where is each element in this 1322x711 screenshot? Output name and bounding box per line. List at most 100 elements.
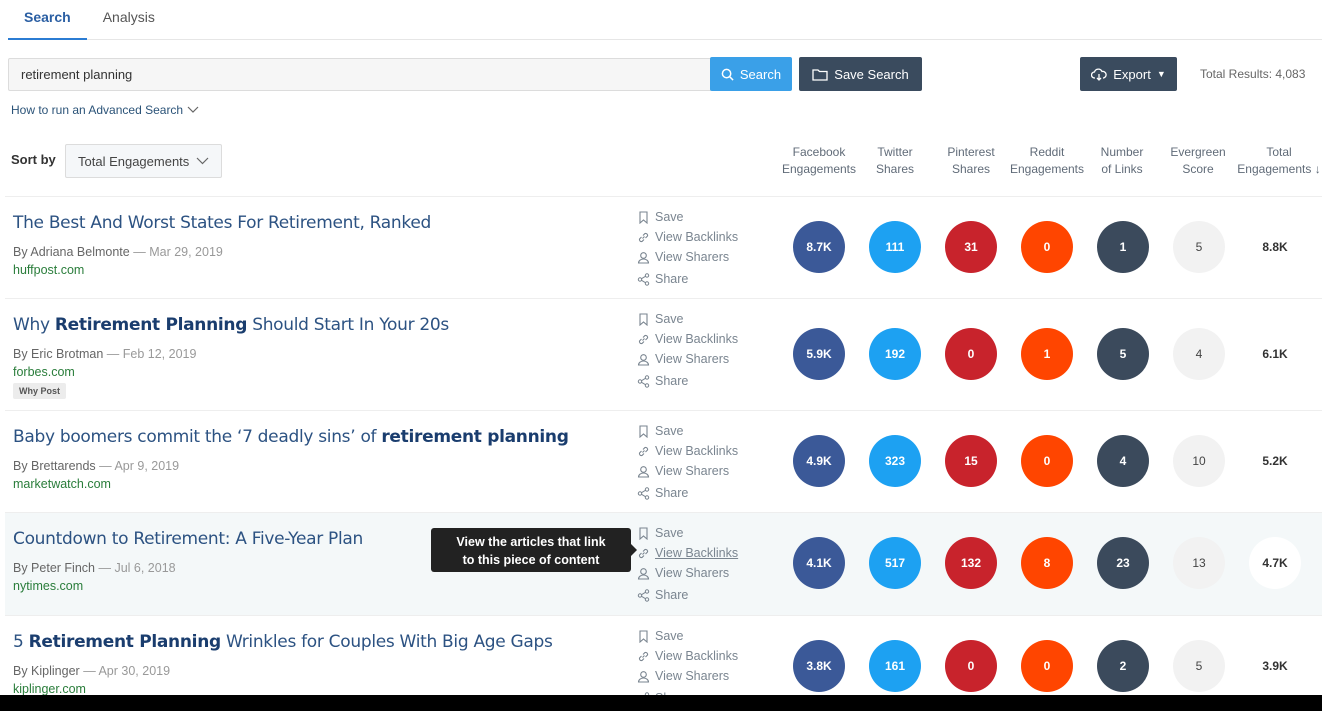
backlinks-tooltip: View the articles that link to this piec… <box>431 528 637 572</box>
metric-evergreen-score: 5 <box>1173 221 1225 273</box>
save-action-label: Save <box>655 312 684 326</box>
save-search-button[interactable]: Save Search <box>799 57 922 91</box>
tab-search[interactable]: Search <box>8 0 87 40</box>
view-sharers-action[interactable]: View Sharers <box>637 666 738 686</box>
result-domain-link[interactable]: marketwatch.com <box>13 477 111 491</box>
share-action[interactable]: Share <box>637 483 738 503</box>
save-action-label: Save <box>655 629 684 643</box>
column-header-reddit: Reddit Engagements <box>1008 144 1086 178</box>
caret-down-icon: ▼ <box>1156 69 1166 79</box>
view-sharers-action[interactable]: View Sharers <box>637 461 738 481</box>
result-domain-link[interactable]: nytimes.com <box>13 579 83 593</box>
result-domain-link[interactable]: huffpost.com <box>13 263 84 277</box>
result-byline: By Eric Brotman — Feb 12, 2019 <box>13 347 196 361</box>
result-title-link[interactable]: Baby boomers commit the ‘7 deadly sins’ … <box>13 427 569 447</box>
user-icon <box>637 465 650 478</box>
share-action-label: Share <box>655 588 689 602</box>
result-row: 5 Retirement Planning Wrinkles for Coupl… <box>5 615 1322 705</box>
view-sharers-action[interactable]: View Sharers <box>637 563 738 583</box>
share-action[interactable]: Share <box>637 269 738 289</box>
post-type-tag[interactable]: Why Post <box>13 383 67 399</box>
sort-dropdown[interactable]: Total Engagements <box>65 144 222 178</box>
title-post: Wrinkles for Couples With Big Age Gaps <box>220 632 553 652</box>
save-action[interactable]: Save <box>637 309 738 329</box>
metric-reddit-engagements: 0 <box>1021 221 1073 273</box>
sort-arrow-icon: ↓ <box>1314 162 1321 176</box>
column-header-total[interactable]: Total Engagements ↓ <box>1236 144 1322 178</box>
save-action[interactable]: Save <box>637 421 738 441</box>
metric-number-of-links: 23 <box>1097 537 1149 589</box>
export-label: Export <box>1113 66 1151 82</box>
save-action[interactable]: Save <box>637 523 738 543</box>
share-icon <box>637 588 650 602</box>
metric-number-of-links: 1 <box>1097 221 1149 273</box>
metric-evergreen-score: 13 <box>1173 537 1225 589</box>
view-backlinks-action[interactable]: View Backlinks <box>637 646 738 666</box>
result-actions: Save View Backlinks View Sharers Share <box>637 523 738 605</box>
share-icon <box>637 374 650 388</box>
metric-twitter-shares: 517 <box>869 537 921 589</box>
title-pre: Why <box>13 315 55 335</box>
result-row: Baby boomers commit the ‘7 deadly sins’ … <box>5 410 1322 512</box>
search-button-label: Search <box>739 66 782 82</box>
chevron-down-icon <box>187 106 199 113</box>
search-button[interactable]: Search <box>710 57 792 91</box>
user-icon <box>637 670 650 683</box>
column-header-evergreen: Evergreen Score <box>1159 144 1237 178</box>
tab-analysis[interactable]: Analysis <box>87 0 171 40</box>
bookmark-icon <box>639 526 648 540</box>
result-actions: Save View Backlinks View Sharers Share <box>637 421 738 503</box>
author: By Adriana Belmonte <box>13 245 130 259</box>
tooltip-line2: to this piece of content <box>462 553 600 567</box>
save-action[interactable]: Save <box>637 626 738 646</box>
export-button[interactable]: Export ▼ <box>1080 57 1177 91</box>
author: By Peter Finch <box>13 561 95 575</box>
share-action[interactable]: Share <box>637 371 738 391</box>
result-title-link[interactable]: 5 Retirement Planning Wrinkles for Coupl… <box>13 632 553 652</box>
metric-twitter-shares: 323 <box>869 435 921 487</box>
result-byline: By Peter Finch — Jul 6, 2018 <box>13 561 176 575</box>
view-sharers-action[interactable]: View Sharers <box>637 247 738 267</box>
save-search-label: Save Search <box>834 66 909 82</box>
save-action[interactable]: Save <box>637 207 738 227</box>
metric-twitter-shares: 192 <box>869 328 921 380</box>
col-line2: Engagements <box>1009 162 1085 176</box>
cloud-download-icon <box>1091 67 1107 81</box>
save-action-label: Save <box>655 526 684 540</box>
metric-evergreen-score: 5 <box>1173 640 1225 692</box>
result-domain-link[interactable]: kiplinger.com <box>13 682 86 696</box>
search-input[interactable] <box>8 58 711 91</box>
metric-pinterest-shares: 132 <box>945 537 997 589</box>
result-title-link[interactable]: Why Retirement Planning Should Start In … <box>13 315 449 335</box>
search-icon <box>721 68 734 81</box>
col-line2: Shares <box>951 162 991 176</box>
share-action[interactable]: Share <box>637 585 738 605</box>
result-domain-link[interactable]: forbes.com <box>13 365 75 379</box>
metric-reddit-engagements: 0 <box>1021 435 1073 487</box>
author: By Eric Brotman <box>13 347 104 361</box>
col-line1: Twitter <box>877 145 913 159</box>
view-backlinks-action[interactable]: View Backlinks <box>637 543 738 563</box>
advanced-search-link[interactable]: How to run an Advanced Search <box>11 103 199 117</box>
title-text: Countdown to Retirement: A Five-Year Pla… <box>13 529 363 549</box>
result-title-link[interactable]: The Best And Worst States For Retirement… <box>13 213 431 233</box>
publish-date: — Apr 9, 2019 <box>99 459 180 473</box>
view-backlinks-action[interactable]: View Backlinks <box>637 227 738 247</box>
share-icon <box>637 272 650 286</box>
view-sharers-action[interactable]: View Sharers <box>637 349 738 369</box>
metric-twitter-shares: 111 <box>869 221 921 273</box>
metric-facebook-engagements: 5.9K <box>793 328 845 380</box>
view-backlinks-action[interactable]: View Backlinks <box>637 441 738 461</box>
metric-facebook-engagements: 4.9K <box>793 435 845 487</box>
result-row: The Best And Worst States For Retirement… <box>5 196 1322 298</box>
metric-facebook-engagements: 8.7K <box>793 221 845 273</box>
view-backlinks-label: View Backlinks <box>655 649 739 663</box>
title-highlight: retirement planning <box>381 427 569 447</box>
view-backlinks-action[interactable]: View Backlinks <box>637 329 738 349</box>
result-title-link[interactable]: Countdown to Retirement: A Five-Year Pla… <box>13 529 363 549</box>
sort-label: Sort by <box>11 152 56 167</box>
share-icon <box>637 486 650 500</box>
publish-date: — Mar 29, 2019 <box>133 245 223 259</box>
view-backlinks-label: View Backlinks <box>655 444 739 458</box>
bookmark-icon <box>639 312 648 326</box>
